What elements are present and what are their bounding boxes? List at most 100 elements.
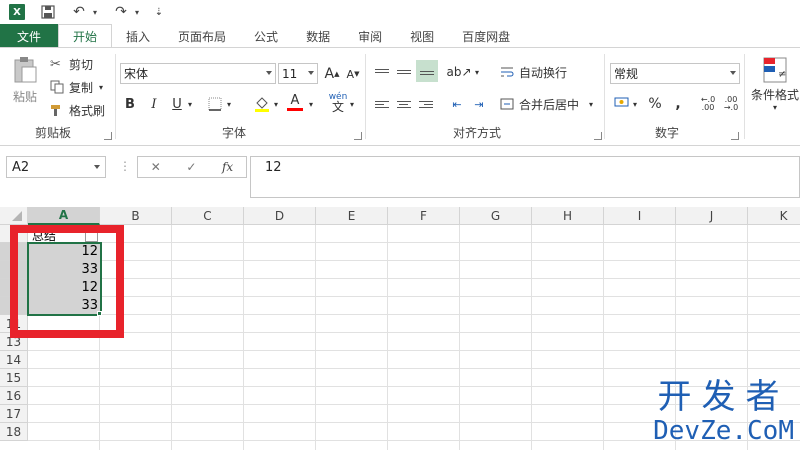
underline-button[interactable]: U bbox=[167, 94, 187, 114]
row-header-16[interactable]: 16 bbox=[0, 387, 28, 405]
comma-button[interactable]: , bbox=[668, 94, 688, 114]
font-size-combo[interactable]: 11 bbox=[278, 63, 318, 84]
column-header-i[interactable]: I bbox=[604, 207, 676, 225]
copy-button[interactable]: 复制 ▾ bbox=[50, 79, 103, 96]
align-right-icon bbox=[419, 100, 433, 108]
gridline bbox=[171, 225, 172, 450]
font-color-swatch bbox=[287, 107, 303, 111]
row-header-17[interactable]: 17 bbox=[0, 405, 28, 423]
tab-file[interactable]: 文件 bbox=[0, 24, 58, 48]
column-header-f[interactable]: F bbox=[388, 207, 460, 225]
tab-page-layout[interactable]: 页面布局 bbox=[164, 24, 240, 48]
merge-dropdown-icon[interactable]: ▾ bbox=[589, 100, 593, 109]
tab-baidu-netdisk[interactable]: 百度网盘 bbox=[448, 24, 524, 48]
column-header-g[interactable]: G bbox=[460, 207, 532, 225]
align-bottom-button[interactable] bbox=[416, 60, 438, 82]
bold-button[interactable]: B bbox=[120, 94, 140, 114]
column-header-d[interactable]: D bbox=[244, 207, 316, 225]
column-header-a[interactable]: A bbox=[28, 207, 100, 225]
grow-font-button[interactable]: A ▲ bbox=[322, 64, 342, 84]
number-group-label: 数字 bbox=[655, 126, 680, 140]
name-box-splitter-icon[interactable]: ⋮ bbox=[119, 159, 131, 173]
name-box[interactable]: A2 bbox=[6, 156, 106, 178]
redo-dropdown-icon[interactable]: ▾ bbox=[131, 2, 143, 22]
column-header-j[interactable]: J bbox=[676, 207, 748, 225]
format-painter-button[interactable]: 格式刷 bbox=[50, 102, 105, 119]
cancel-icon[interactable]: ✕ bbox=[151, 160, 161, 174]
undo-dropdown-icon[interactable]: ▾ bbox=[89, 2, 101, 22]
font-color-dropdown-icon[interactable]: ▾ bbox=[306, 94, 316, 114]
copy-dropdown-icon[interactable]: ▾ bbox=[99, 83, 103, 92]
italic-button[interactable]: I bbox=[144, 94, 164, 114]
customize-qat-icon[interactable]: ⇣ bbox=[151, 2, 167, 22]
cut-button[interactable]: ✂ 剪切 bbox=[50, 56, 93, 73]
align-left-button[interactable] bbox=[372, 94, 392, 114]
font-name-combo[interactable]: 宋体 bbox=[120, 63, 276, 84]
formula-input[interactable]: 12 bbox=[250, 156, 800, 198]
row-header-14[interactable]: 14 bbox=[0, 351, 28, 369]
save-icon[interactable] bbox=[35, 2, 61, 22]
borders-button[interactable] bbox=[205, 94, 225, 114]
column-header-b[interactable]: B bbox=[100, 207, 172, 225]
number-launcher-icon[interactable] bbox=[731, 132, 739, 140]
phonetic-icon: 文 bbox=[331, 100, 344, 114]
number-format-combo[interactable]: 常规 bbox=[610, 63, 740, 84]
tab-formulas[interactable]: 公式 bbox=[240, 24, 292, 48]
group-separator bbox=[115, 54, 116, 139]
gridline bbox=[28, 314, 800, 315]
wrap-text-button[interactable]: 自动换行 bbox=[500, 64, 567, 81]
fill-color-button[interactable] bbox=[252, 94, 272, 114]
accounting-format-button[interactable] bbox=[612, 94, 632, 114]
row-header-18[interactable]: 18 bbox=[0, 423, 28, 441]
fill-color-dropdown-icon[interactable]: ▾ bbox=[271, 94, 281, 114]
gridline bbox=[28, 368, 800, 369]
column-header-h[interactable]: H bbox=[532, 207, 604, 225]
phonetic-dropdown-icon[interactable]: ▾ bbox=[347, 94, 357, 114]
column-header-e[interactable]: E bbox=[316, 207, 388, 225]
borders-icon bbox=[208, 97, 222, 111]
tab-insert[interactable]: 插入 bbox=[112, 24, 164, 48]
align-right-button[interactable] bbox=[416, 94, 436, 114]
column-header-c[interactable]: C bbox=[172, 207, 244, 225]
phonetic-button[interactable]: wén 文 bbox=[328, 92, 348, 114]
conditional-format-button[interactable]: ≠ 条件格式 ▾ bbox=[750, 56, 800, 112]
paste-button[interactable]: 粘贴 bbox=[8, 56, 42, 105]
merge-center-icon bbox=[500, 97, 516, 113]
insert-function-icon[interactable]: fx bbox=[222, 160, 233, 174]
excel-logo-icon: X bbox=[9, 4, 25, 20]
worksheet-grid: A B C D E F G H I J K 1 2 3 4 5 11 13 14… bbox=[0, 207, 800, 450]
align-top-button[interactable] bbox=[372, 62, 392, 82]
orientation-button[interactable]: ab↗ bbox=[446, 62, 471, 82]
wrap-text-label: 自动换行 bbox=[519, 66, 568, 80]
percent-button[interactable]: % bbox=[645, 94, 665, 114]
font-color-button[interactable]: A bbox=[285, 92, 305, 112]
column-header-k[interactable]: K bbox=[748, 207, 800, 225]
decrease-decimal-button[interactable]: .00 →.0 bbox=[721, 94, 741, 114]
enter-icon[interactable]: ✓ bbox=[186, 160, 196, 174]
decrease-indent-button[interactable]: ⇤ bbox=[447, 94, 467, 114]
formula-buttons: ✕ ✓ fx bbox=[137, 156, 247, 178]
increase-indent-button[interactable]: ⇥ bbox=[469, 94, 489, 114]
align-center-button[interactable] bbox=[394, 94, 414, 114]
tab-review[interactable]: 审阅 bbox=[344, 24, 396, 48]
alignment-launcher-icon[interactable] bbox=[594, 132, 602, 140]
select-all-corner[interactable] bbox=[0, 207, 28, 225]
clipboard-launcher-icon[interactable] bbox=[104, 132, 112, 140]
font-launcher-icon[interactable] bbox=[354, 132, 362, 140]
align-middle-button[interactable] bbox=[394, 62, 414, 82]
redo-icon[interactable]: ↷ bbox=[111, 2, 131, 22]
tab-data[interactable]: 数据 bbox=[292, 24, 344, 48]
merge-center-button[interactable]: 合并后居中 ▾ bbox=[500, 96, 593, 113]
tab-home[interactable]: 开始 bbox=[58, 24, 113, 48]
undo-icon[interactable]: ↶ bbox=[69, 2, 89, 22]
increase-decimal-button[interactable]: ←.0.00 bbox=[698, 94, 718, 114]
underline-dropdown-icon[interactable]: ▾ bbox=[185, 94, 195, 114]
chevron-down-icon bbox=[94, 165, 100, 169]
accounting-dropdown-icon[interactable]: ▾ bbox=[630, 94, 640, 114]
borders-dropdown-icon[interactable]: ▾ bbox=[224, 94, 234, 114]
shrink-font-button[interactable]: A ▼ bbox=[343, 64, 363, 84]
orientation-dropdown-icon[interactable]: ▾ bbox=[472, 62, 482, 82]
clipboard-group-label: 剪贴板 bbox=[35, 126, 72, 140]
row-header-15[interactable]: 15 bbox=[0, 369, 28, 387]
tab-view[interactable]: 视图 bbox=[396, 24, 448, 48]
